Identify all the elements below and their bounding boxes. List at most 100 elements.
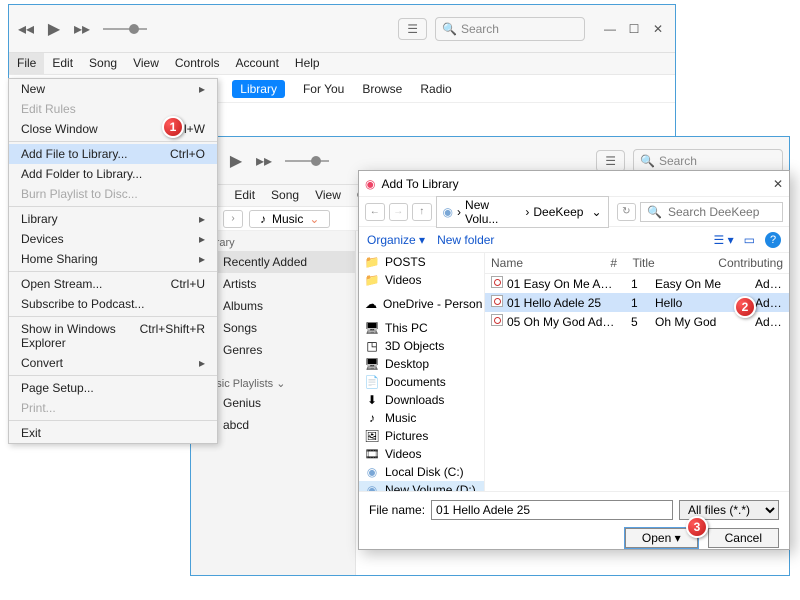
tree-item-onedrive-person[interactable]: ☁OneDrive - Person [359, 295, 484, 313]
tab-browse[interactable]: Browse [362, 82, 402, 96]
minimize-button[interactable]: — [599, 22, 621, 36]
folder-icon: 🖼 [365, 429, 379, 443]
folder-icon: ◉ [365, 483, 379, 491]
help-button[interactable]: ? [765, 232, 781, 248]
tree-item-local-disk-c-[interactable]: ◉Local Disk (C:) [359, 463, 484, 481]
menu-item-library[interactable]: Library▸ [9, 209, 217, 229]
folder-icon: ◳ [365, 339, 379, 353]
menu-item-add-folder-to-library[interactable]: Add Folder to Library... [9, 164, 217, 184]
dlg-back-button[interactable]: ← [365, 203, 385, 221]
dialog-search-input[interactable] [666, 204, 776, 220]
breadcrumb[interactable]: ◉ › New Volu...› DeeKeep ⌄ [436, 196, 609, 228]
next-track-button-2[interactable]: ▸▸ [253, 150, 275, 172]
menu-edit[interactable]: Edit [44, 53, 81, 74]
menubar-1: FileEditSongViewControlsAccountHelp [9, 53, 675, 75]
menu-item-home-sharing[interactable]: Home Sharing▸ [9, 249, 217, 269]
menu-item-add-file-to-library[interactable]: Add File to Library...Ctrl+O [9, 144, 217, 164]
library-selector-label: Music [272, 212, 303, 226]
folder-icon: 🎞 [365, 447, 379, 461]
library-selector[interactable]: ♪ Music ⌄ [249, 210, 330, 228]
view-mode-button[interactable]: ☰ ▾ [714, 233, 734, 247]
folder-tree: 📁POSTS📁Videos☁OneDrive - Person🖥This PC◳… [359, 253, 485, 491]
organize-menu[interactable]: Organize ▾ [367, 233, 425, 247]
menu-item-burn-playlist-to-disc: Burn Playlist to Disc... [9, 184, 217, 204]
dialog-breadcrumb-bar: ← → ↑ ◉ › New Volu...› DeeKeep ⌄ ↻ 🔍 [359, 197, 789, 227]
menu-item-new[interactable]: New▸ [9, 79, 217, 99]
dialog-title: Add To Library [381, 177, 458, 191]
tab-for-you[interactable]: For You [303, 82, 344, 96]
callout-badge-1: 1 [162, 116, 184, 138]
tree-item-downloads[interactable]: ⬇Downloads [359, 391, 484, 409]
tree-item-this-pc[interactable]: 🖥This PC [359, 319, 484, 337]
menu-item-print: Print... [9, 398, 217, 418]
folder-icon: 📁 [365, 255, 379, 269]
folder-icon: ⬇ [365, 393, 379, 407]
file-list: Name # Title Contributing 01 Easy On Me … [485, 253, 789, 491]
menu-song[interactable]: Song [81, 53, 125, 74]
play-button-2[interactable]: ▶ [225, 150, 247, 172]
menu-item-subscribe-to-podcast[interactable]: Subscribe to Podcast... [9, 294, 217, 314]
filename-input[interactable] [431, 500, 673, 520]
file-list-header[interactable]: Name # Title Contributing [485, 253, 789, 274]
new-folder-button[interactable]: New folder [437, 233, 494, 247]
menu-account[interactable]: Account [228, 53, 287, 74]
tree-item-videos[interactable]: 📁Videos [359, 271, 484, 289]
menu-item-close-window[interactable]: Close WindowCtrl+W [9, 119, 217, 139]
menu-view[interactable]: View [307, 185, 349, 206]
dlg-forward-button[interactable]: → [389, 203, 409, 221]
folder-icon: ☁ [365, 297, 377, 311]
prev-track-button[interactable]: ◂◂ [15, 18, 37, 40]
col-name: Name [485, 253, 604, 273]
cancel-button[interactable]: Cancel [708, 528, 779, 548]
tree-item-music[interactable]: ♪Music [359, 409, 484, 427]
tab-library[interactable]: Library [232, 80, 285, 98]
menu-item-open-stream[interactable]: Open Stream...Ctrl+U [9, 274, 217, 294]
menu-song[interactable]: Song [263, 185, 307, 206]
menu-item-show-in-windows-explorer[interactable]: Show in Windows ExplorerCtrl+Shift+R [9, 319, 217, 353]
volume-slider[interactable] [103, 28, 147, 30]
search-input-1[interactable]: 🔍 Search [435, 17, 585, 41]
dlg-up-button[interactable]: ↑ [412, 203, 432, 221]
menu-item-convert[interactable]: Convert▸ [9, 353, 217, 373]
refresh-button[interactable]: ↻ [617, 203, 637, 221]
next-track-button[interactable]: ▸▸ [71, 18, 93, 40]
dialog-icon: ◉ [365, 177, 375, 191]
menu-item-exit[interactable]: Exit [9, 423, 217, 443]
menu-file[interactable]: File [9, 53, 44, 74]
tree-item-pictures[interactable]: 🖼Pictures [359, 427, 484, 445]
search-input-2[interactable]: 🔍 Search [633, 149, 783, 173]
tab-radio[interactable]: Radio [420, 82, 451, 96]
chevron-down-icon: ⌄ [276, 378, 285, 390]
maximize-button[interactable]: ☐ [623, 22, 645, 36]
folder-icon: 🖥 [365, 357, 379, 371]
menu-item-devices[interactable]: Devices▸ [9, 229, 217, 249]
menu-help[interactable]: Help [287, 53, 328, 74]
volume-slider-2[interactable] [285, 160, 329, 162]
tree-item-new-volume-d-[interactable]: ◉New Volume (D:) [359, 481, 484, 491]
dialog-close-button[interactable]: ✕ [773, 177, 783, 191]
preview-pane-button[interactable]: ▭ [744, 233, 755, 247]
audio-file-icon [491, 314, 503, 326]
col-contributing: Contributing [712, 253, 789, 273]
folder-icon: 📄 [365, 375, 379, 389]
tree-item-desktop[interactable]: 🖥Desktop [359, 355, 484, 373]
menu-view[interactable]: View [125, 53, 167, 74]
tree-item-videos[interactable]: 🎞Videos [359, 445, 484, 463]
file-row[interactable]: 01 Easy On Me Adel...1Easy On MeAdele [485, 274, 789, 293]
search-placeholder-1: Search [461, 22, 499, 36]
tree-item-posts[interactable]: 📁POSTS [359, 253, 484, 271]
col-title: Title [626, 253, 712, 273]
menu-edit[interactable]: Edit [226, 185, 263, 206]
tree-item-3d-objects[interactable]: ◳3D Objects [359, 337, 484, 355]
play-button[interactable]: ▶ [43, 18, 65, 40]
list-view-button[interactable]: ☰ [398, 18, 427, 40]
col-num: # [604, 253, 626, 273]
list-view-button-2[interactable]: ☰ [596, 150, 625, 172]
close-button[interactable]: ✕ [647, 22, 669, 36]
menu-controls[interactable]: Controls [167, 53, 228, 74]
menu-item-page-setup[interactable]: Page Setup... [9, 378, 217, 398]
folder-icon: 🖥 [365, 321, 379, 335]
tree-item-documents[interactable]: 📄Documents [359, 373, 484, 391]
callout-badge-2: 2 [734, 296, 756, 318]
forward-button[interactable]: › [223, 210, 243, 228]
